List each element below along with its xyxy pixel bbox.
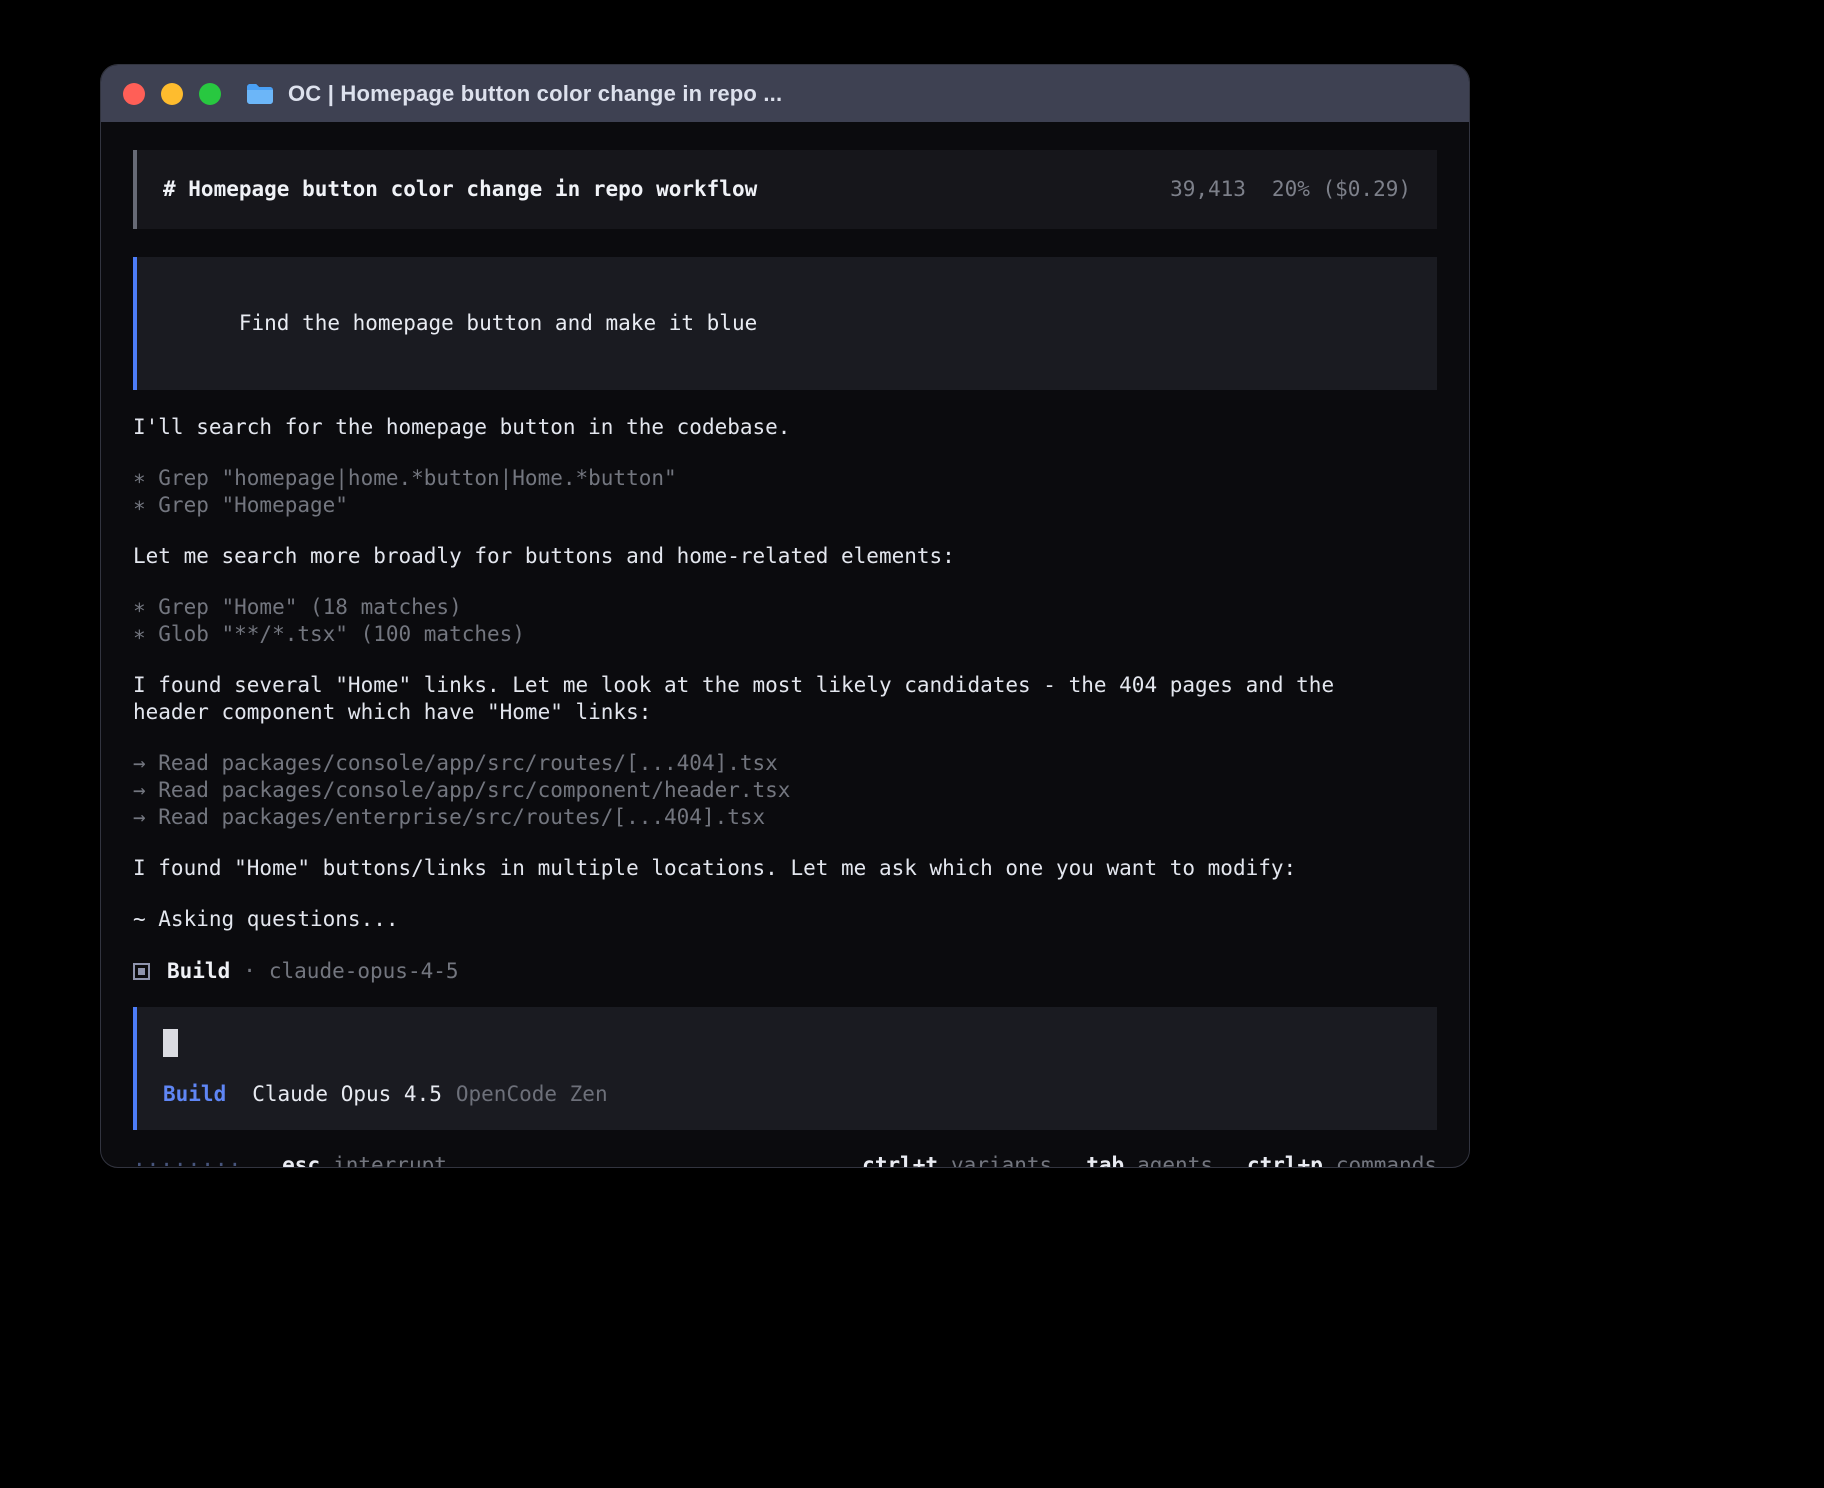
shortcut-key: tab xyxy=(1086,1152,1124,1168)
agent-status-line: Build · claude-opus-4-5 xyxy=(133,958,1437,985)
model-name: Claude Opus 4.5 xyxy=(252,1081,442,1108)
shortcut-key: ctrl+t xyxy=(862,1152,938,1168)
status-bar: ········ esc interrupt ctrl+t variants t… xyxy=(133,1152,1437,1168)
text-cursor xyxy=(163,1029,178,1057)
shortcut-label: agents xyxy=(1137,1152,1213,1168)
tool-call-read: → Read packages/console/app/src/componen… xyxy=(133,777,1437,804)
shortcut-agents: tab agents xyxy=(1086,1152,1213,1168)
shortcut-label: commands xyxy=(1336,1152,1437,1168)
assistant-text: I found several "Home" links. Let me loo… xyxy=(133,672,1393,726)
assistant-text: Let me search more broadly for buttons a… xyxy=(133,543,1437,570)
tool-call-group: → Read packages/console/app/src/routes/[… xyxy=(133,750,1437,831)
interrupt-hint: esc interrupt xyxy=(282,1152,447,1168)
session-title: # Homepage button color change in repo w… xyxy=(163,176,757,203)
context-cost: 20% ($0.29) xyxy=(1272,176,1411,203)
assistant-text: I'll search for the homepage button in t… xyxy=(133,414,1437,441)
assistant-text: I found "Home" buttons/links in multiple… xyxy=(133,855,1437,882)
spinner-dots: ········ xyxy=(133,1152,242,1168)
agent-model: claude-opus-4-5 xyxy=(269,958,459,985)
interrupt-label: interrupt xyxy=(333,1152,447,1168)
user-message: Find the homepage button and make it blu… xyxy=(133,257,1437,390)
terminal-content: # Homepage button color change in repo w… xyxy=(101,122,1469,1168)
close-button[interactable] xyxy=(123,83,145,105)
tool-call-glob: ∗ Glob "**/*.tsx" (100 matches) xyxy=(133,621,1437,648)
esc-key-hint: esc xyxy=(282,1152,320,1168)
tool-call-read: → Read packages/console/app/src/routes/[… xyxy=(133,750,1437,777)
titlebar: OC | Homepage button color change in rep… xyxy=(101,65,1469,122)
tool-call-grep: ∗ Grep "homepage|home.*button|Home.*butt… xyxy=(133,465,1437,492)
window-title: OC | Homepage button color change in rep… xyxy=(288,81,782,107)
session-header: # Homepage button color change in repo w… xyxy=(133,150,1437,229)
mode-indicator[interactable]: Build xyxy=(163,1081,226,1108)
status-left: ········ esc interrupt xyxy=(133,1152,447,1168)
traffic-lights xyxy=(123,83,221,105)
zoom-button[interactable] xyxy=(199,83,221,105)
tool-call-group: ∗ Grep "homepage|home.*button|Home.*butt… xyxy=(133,465,1437,519)
status-shortcuts: ctrl+t variants tab agents ctrl+p comman… xyxy=(862,1152,1437,1168)
tool-call-read: → Read packages/enterprise/src/routes/[.… xyxy=(133,804,1437,831)
shortcut-variants: ctrl+t variants xyxy=(862,1152,1052,1168)
provider-name: OpenCode Zen xyxy=(456,1081,608,1108)
agent-separator: · xyxy=(243,958,256,985)
square-agent-icon xyxy=(133,963,150,980)
minimize-button[interactable] xyxy=(161,83,183,105)
input-footer: Build Claude Opus 4.5 OpenCode Zen xyxy=(163,1081,1411,1108)
tool-call-grep: ∗ Grep "Home" (18 matches) xyxy=(133,594,1437,621)
user-message-text: Find the homepage button and make it blu… xyxy=(239,311,757,335)
agent-name: Build xyxy=(167,958,230,985)
folder-icon xyxy=(245,82,275,106)
tool-call-group: ∗ Grep "Home" (18 matches) ∗ Glob "**/*.… xyxy=(133,594,1437,648)
session-stats: 39,413 20% ($0.29) xyxy=(1170,176,1411,203)
shortcut-commands: ctrl+p commands xyxy=(1247,1152,1437,1168)
token-count: 39,413 xyxy=(1170,176,1246,203)
assistant-status-text: ~ Asking questions... xyxy=(133,906,1437,933)
terminal-window: OC | Homepage button color change in rep… xyxy=(100,64,1470,1168)
prompt-input[interactable]: Build Claude Opus 4.5 OpenCode Zen xyxy=(133,1007,1437,1130)
tool-call-grep: ∗ Grep "Homepage" xyxy=(133,492,1437,519)
shortcut-key: ctrl+p xyxy=(1247,1152,1323,1168)
shortcut-label: variants xyxy=(951,1152,1052,1168)
